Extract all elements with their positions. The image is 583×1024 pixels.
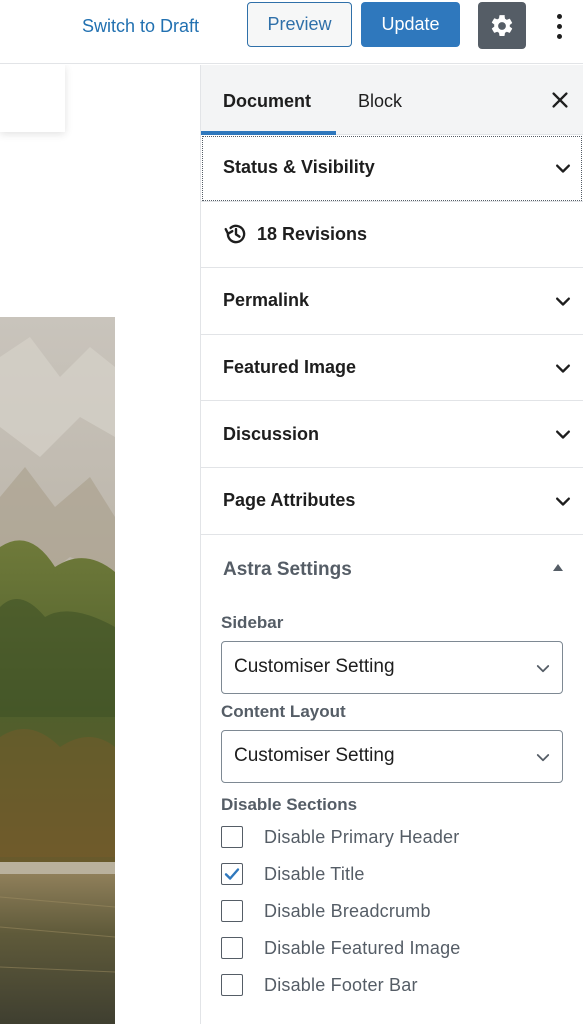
chevron-down-icon [556,430,570,440]
checkbox-label: Disable Breadcrumb [264,900,431,921]
landscape-image[interactable] [0,317,115,1024]
panel-title: Featured Image [223,357,357,378]
revisions-link[interactable]: 18 Revisions [257,224,367,245]
chevron-down-icon [536,753,550,761]
checkbox-label: Disable Footer Bar [264,974,418,995]
checkbox-disable-primary-header[interactable]: Disable Primary Header [221,819,563,856]
checkbox[interactable] [221,863,243,886]
checkbox-label: Disable Primary Header [264,826,460,847]
update-button[interactable]: Update [361,2,460,47]
checkbox-label: Disable Featured Image [264,937,461,958]
checkbox-label: Disable Title [264,863,365,884]
settings-button[interactable] [478,2,526,49]
close-icon[interactable] [549,89,571,111]
panel-revisions[interactable]: 18 Revisions [201,202,583,269]
checkbox[interactable] [221,826,243,849]
panel-page-attributes[interactable]: Page Attributes [201,468,583,535]
panel-title: Discussion [223,423,320,444]
panel-title: Astra Settings [223,558,352,580]
chevron-down-icon [556,497,570,506]
chevron-down-icon [556,364,570,373]
block-toolbar[interactable] [0,65,65,132]
more-options-button[interactable] [545,6,573,46]
checkbox-disable-featured-image[interactable]: Disable Featured Image [221,930,563,967]
checkbox[interactable] [221,974,243,997]
checkbox-disable-title[interactable]: Disable Title [221,856,563,893]
astra-settings-toggle[interactable]: Astra Settings [221,535,563,605]
chevron-down-icon [556,164,570,173]
content-layout-select[interactable]: Customiser Setting [221,729,563,783]
content-layout-label: Content Layout [221,701,346,721]
panel-astra-settings: Astra Settings Sidebar Customiser Settin… [201,535,583,1004]
preview-button[interactable]: Preview [247,2,352,47]
checkmark-icon [224,868,240,880]
gear-icon [491,14,513,36]
panel-status-visibility[interactable]: Status & Visibility [201,135,583,202]
panel-title: Status & Visibility [223,157,375,178]
sidebar-tabs: Document Block [201,65,583,135]
panel-title: Page Attributes [223,490,356,511]
sidebar-select-value: Customiser Setting [234,656,395,678]
editor-header: Switch to Draft Preview Update [0,0,583,64]
tab-document[interactable]: Document [201,65,333,135]
chevron-down-icon [556,297,570,306]
panel-discussion[interactable]: Discussion [201,401,583,468]
vertical-ellipsis-icon [556,13,562,19]
checkbox-disable-breadcrumb[interactable]: Disable Breadcrumb [221,893,563,930]
caret-up-icon [553,563,563,571]
panel-permalink[interactable]: Permalink [201,268,583,335]
content-layout-select-value: Customiser Setting [234,745,395,767]
tab-block[interactable]: Block [336,65,424,135]
editor-canvas[interactable] [0,65,200,1024]
sidebar-select[interactable]: Customiser Setting [221,640,563,694]
checkbox[interactable] [221,937,243,960]
sidebar-label: Sidebar [221,612,284,632]
checkbox-disable-footer-bar[interactable]: Disable Footer Bar [221,967,563,1004]
panel-title: Permalink [223,290,310,311]
panel-featured-image[interactable]: Featured Image [201,335,583,402]
history-icon [224,225,246,244]
settings-sidebar: Document Block Status & Visibility 18 Re… [200,65,583,1024]
chevron-down-icon [536,664,550,672]
checkbox[interactable] [221,900,243,923]
disable-sections-label: Disable Sections [221,794,358,814]
switch-to-draft-button[interactable]: Switch to Draft [66,6,215,46]
